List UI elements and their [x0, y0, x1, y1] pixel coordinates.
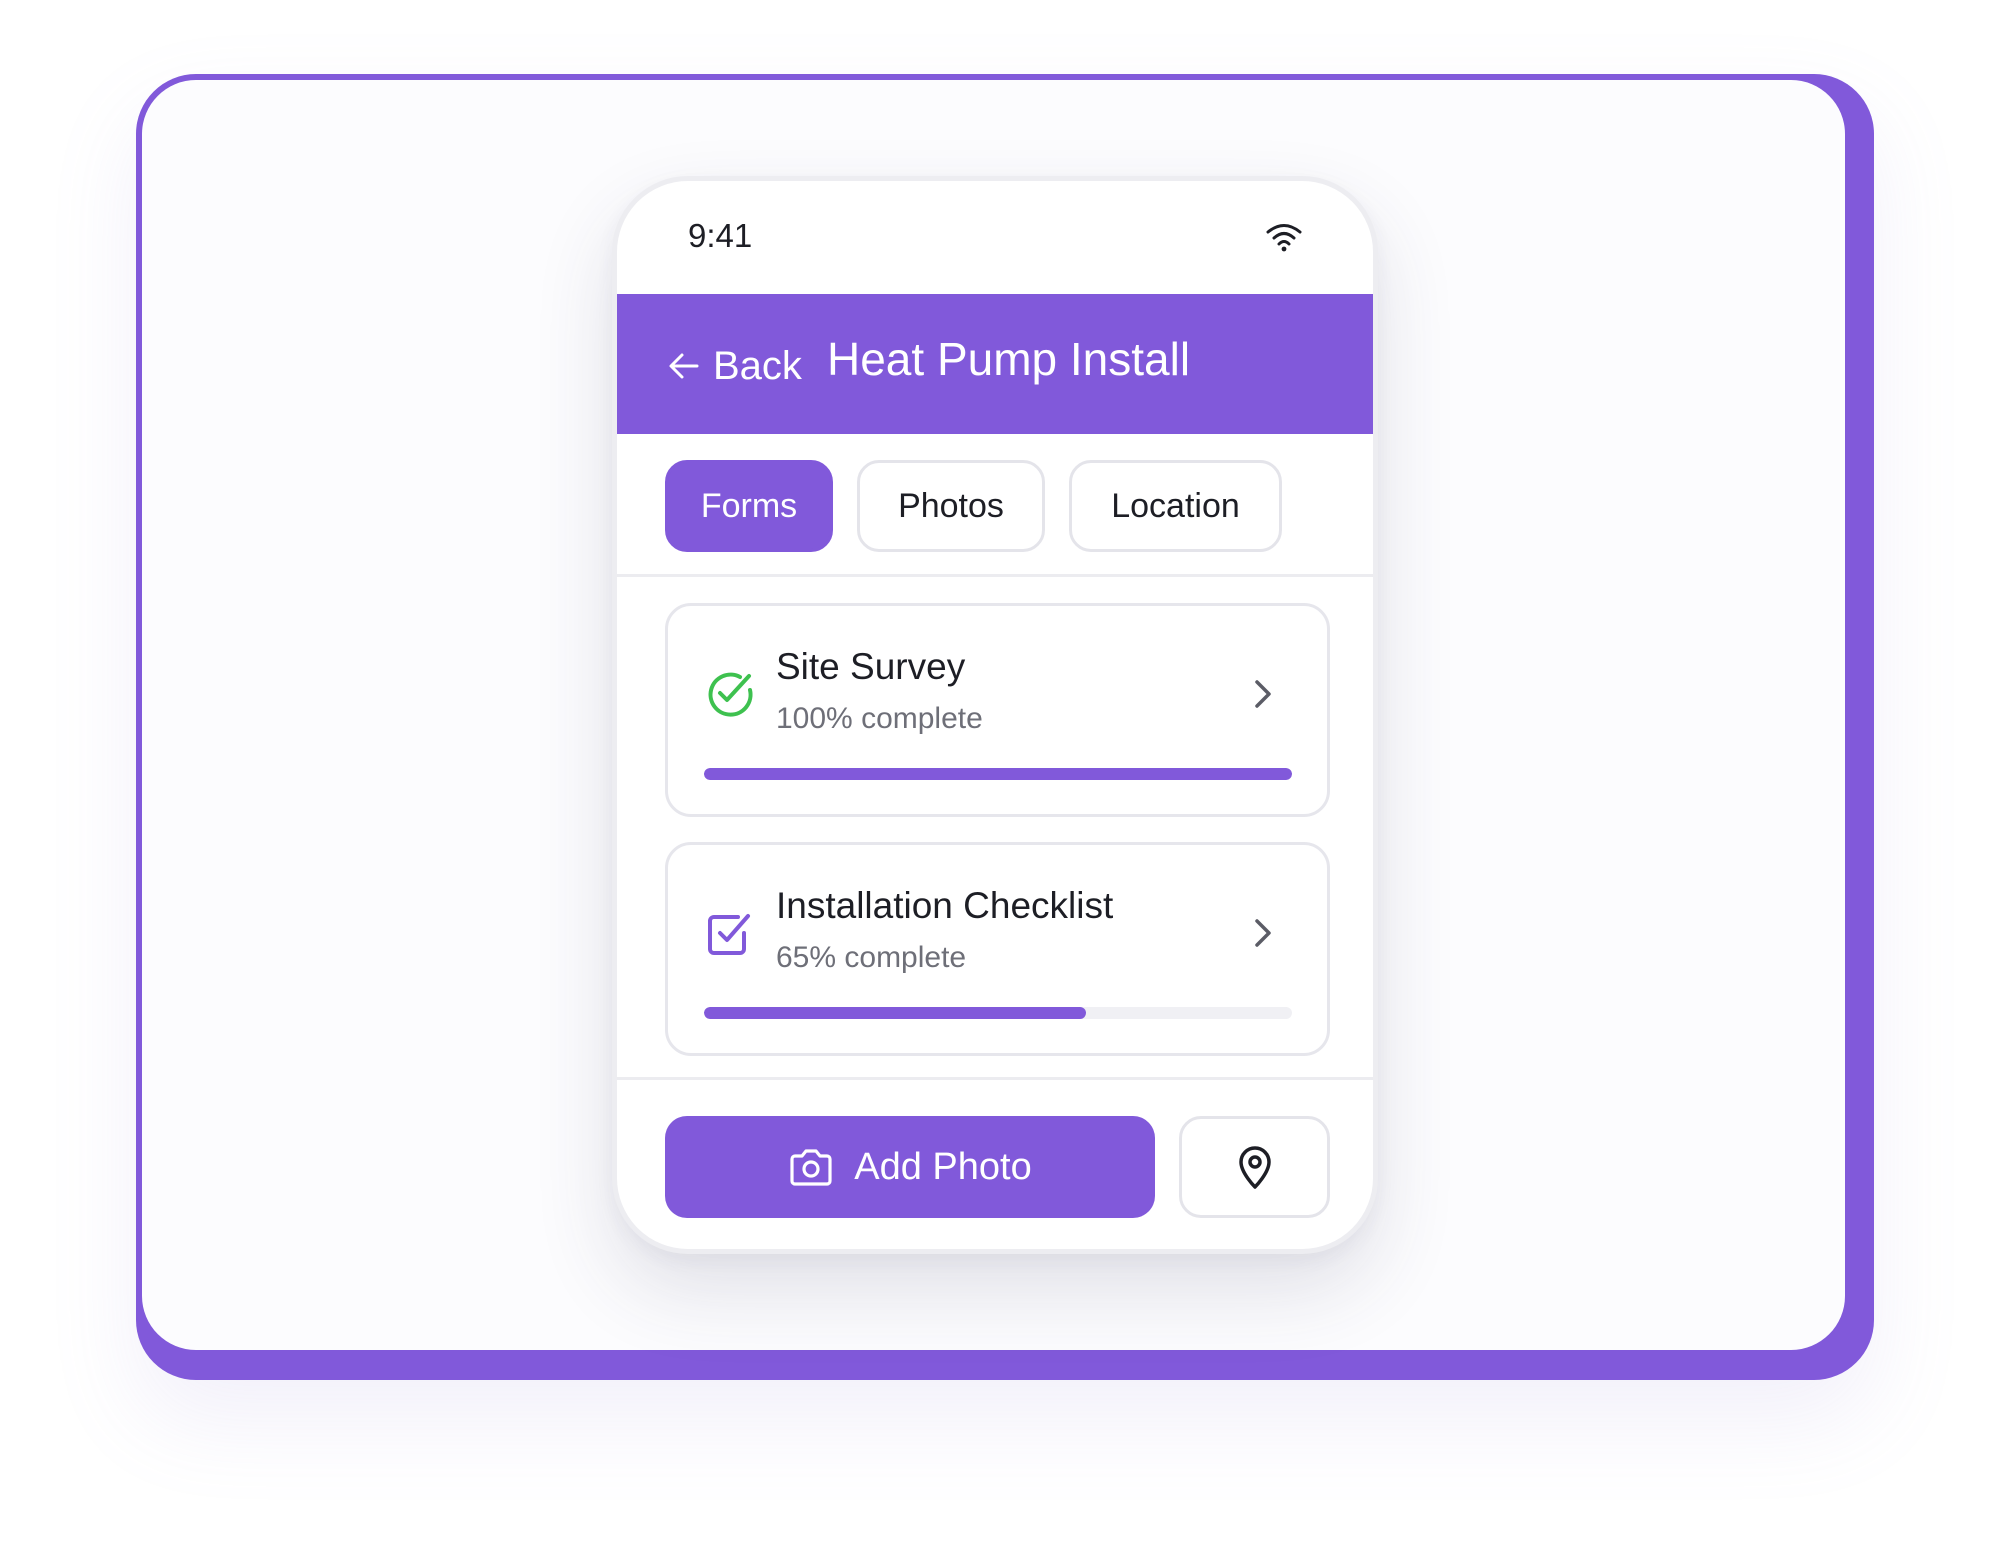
bottom-action-bar: Add Photo: [617, 1077, 1373, 1249]
phone-mockup: 9:41 Back Heat Pump Install Forms Photos…: [612, 176, 1378, 1254]
tab-forms[interactable]: Forms: [665, 460, 833, 552]
check-circle-icon: [708, 672, 753, 717]
form-title: Installation Checklist: [776, 885, 1114, 926]
location-button[interactable]: [1179, 1116, 1330, 1218]
back-label: Back: [713, 343, 802, 388]
map-pin-icon: [1238, 1146, 1271, 1189]
progress-bar: [704, 1007, 1292, 1019]
chevron-right-icon: [1255, 680, 1271, 708]
progress-fill: [704, 768, 1292, 780]
progress-fill: [704, 1007, 1087, 1019]
form-card-installation-checklist[interactable]: Installation Checklist 65% complete: [665, 842, 1330, 1056]
form-card-site-survey[interactable]: Site Survey 100% complete: [665, 603, 1330, 817]
chevron-right-icon: [1255, 919, 1271, 947]
arrow-left-icon: [669, 353, 699, 379]
camera-icon: [790, 1149, 832, 1186]
form-title: Site Survey: [776, 646, 966, 687]
add-photo-button[interactable]: Add Photo: [665, 1116, 1155, 1218]
status-bar: 9:41: [617, 181, 1373, 294]
progress-bar: [704, 768, 1292, 780]
form-status: 100% complete: [776, 702, 983, 735]
add-photo-label: Add Photo: [854, 1145, 1032, 1188]
form-status: 65% complete: [776, 941, 967, 974]
tab-bar: Forms Photos Location: [617, 434, 1373, 577]
page-title: Heat Pump Install: [827, 333, 1191, 385]
tab-photos[interactable]: Photos: [857, 460, 1045, 552]
wifi-icon: [1266, 224, 1302, 252]
canvas: 9:41 Back Heat Pump Install Forms Photos…: [0, 0, 1998, 1566]
tab-location[interactable]: Location: [1069, 460, 1282, 552]
status-time: 9:41: [688, 217, 753, 254]
checkbox-icon: [708, 914, 750, 955]
app-header: Back Heat Pump Install: [617, 294, 1373, 434]
back-button[interactable]: Back: [667, 338, 802, 394]
